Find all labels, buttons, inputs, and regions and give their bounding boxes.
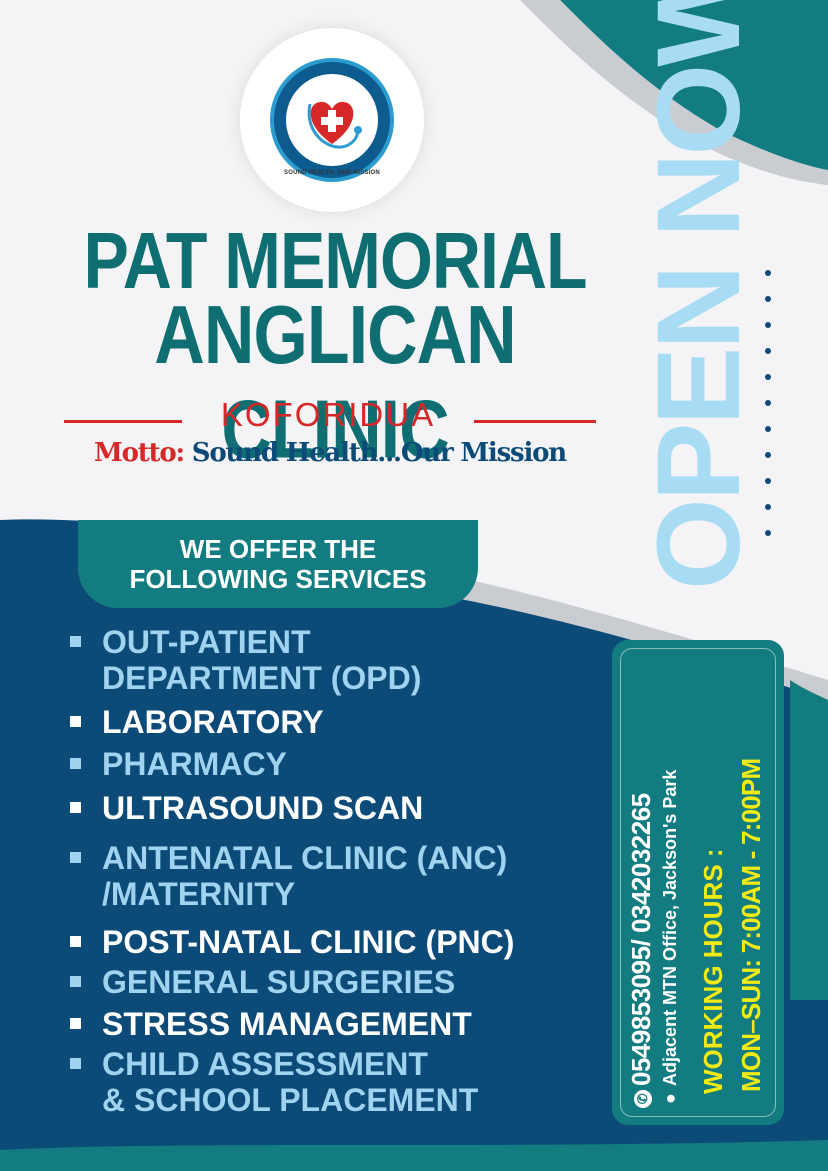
service-item-label: STRESS MANAGEMENT bbox=[102, 1006, 472, 1042]
bullet-square-icon bbox=[70, 852, 81, 863]
service-item-label: POST-NATAL CLINIC (PNC) bbox=[102, 924, 515, 960]
service-item-label: LABORATORY bbox=[102, 704, 324, 740]
dot bbox=[765, 452, 771, 458]
dot bbox=[765, 322, 771, 328]
motto-label: Motto: bbox=[94, 438, 185, 468]
location-pin-icon: ● bbox=[660, 1093, 680, 1104]
bullet-square-icon bbox=[70, 976, 81, 987]
service-item-label: DEPARTMENT (OPD) bbox=[102, 660, 422, 696]
city-divider-left bbox=[64, 420, 182, 423]
logo-inner bbox=[286, 74, 378, 166]
bullet-square-icon bbox=[70, 716, 81, 727]
service-item-label: ULTRASOUND SCAN bbox=[102, 790, 424, 826]
motto: Motto: Sound Health...Our Mission bbox=[70, 438, 590, 468]
dot bbox=[765, 400, 771, 406]
phone-numbers: 0549853095/ 0342032265 bbox=[626, 793, 656, 1086]
address-text: Adjacent MTN Office, Jackson's Park bbox=[660, 769, 680, 1086]
heart-cross-stethoscope-icon bbox=[307, 101, 362, 149]
service-item-label: & SCHOOL PLACEMENT bbox=[102, 1082, 479, 1118]
open-now-banner: OPEN NOW bbox=[633, 0, 765, 590]
dot bbox=[765, 296, 771, 302]
logo-ring bbox=[270, 58, 394, 182]
services-header: WE OFFER THE FOLLOWING SERVICES bbox=[78, 520, 478, 608]
clinic-poster: SOUND HEALTH, OUR MISSION PAT MEMORIAL A… bbox=[0, 0, 828, 1171]
dot bbox=[765, 270, 771, 276]
clinic-logo: SOUND HEALTH, OUR MISSION bbox=[240, 28, 424, 212]
service-item-label: GENERAL SURGERIES bbox=[102, 964, 456, 1000]
motto-text: Sound Health...Our Mission bbox=[191, 438, 567, 468]
service-item-ultrasound: ULTRASOUND SCAN bbox=[70, 790, 600, 826]
service-item-stress: STRESS MANAGEMENT bbox=[70, 1006, 600, 1042]
service-item-label: OUT-PATIENT bbox=[102, 624, 311, 660]
bullet-square-icon bbox=[70, 802, 81, 813]
service-item-label: PHARMACY bbox=[102, 746, 287, 782]
service-item-opd: OUT-PATIENT DEPARTMENT (OPD) bbox=[70, 624, 600, 696]
working-hours-label: WORKING HOURS : bbox=[698, 848, 728, 1094]
address-line: ● Adjacent MTN Office, Jackson's Park bbox=[660, 770, 681, 1104]
service-item-child-assessment: CHILD ASSESSMENT & SCHOOL PLACEMENT bbox=[70, 1046, 600, 1122]
phone-line: ✆ 0549853095/ 0342032265 bbox=[626, 793, 657, 1108]
service-item-laboratory: LABORATORY bbox=[70, 704, 600, 740]
dot bbox=[765, 530, 771, 536]
services-header-line1: WE OFFER THE bbox=[179, 534, 377, 564]
dot bbox=[765, 348, 771, 354]
dot bbox=[765, 504, 771, 510]
city-divider-right bbox=[474, 420, 596, 423]
city-name: KOFORIDUA bbox=[220, 396, 436, 433]
bullet-square-icon bbox=[70, 936, 81, 947]
service-item-label: ANTENATAL CLINIC (ANC) bbox=[102, 840, 508, 876]
phone-icon: ✆ bbox=[634, 1090, 653, 1108]
service-item-postnatal: POST-NATAL CLINIC (PNC) bbox=[70, 924, 600, 960]
service-item-label: CHILD ASSESSMENT bbox=[102, 1046, 428, 1082]
services-header-line2: FOLLOWING SERVICES bbox=[129, 564, 427, 594]
service-item-surgeries: GENERAL SURGERIES bbox=[70, 964, 600, 1000]
bullet-square-icon bbox=[70, 1018, 81, 1029]
service-item-label: /MATERNITY bbox=[102, 876, 296, 912]
bullet-square-icon bbox=[70, 758, 81, 769]
dot bbox=[765, 374, 771, 380]
logo-caption: SOUND HEALTH, OUR MISSION bbox=[284, 170, 380, 176]
service-item-antenatal: ANTENATAL CLINIC (ANC) /MATERNITY bbox=[70, 840, 600, 916]
working-hours: MON–SUN: 7:00AM - 7:00PM bbox=[736, 758, 766, 1092]
dotted-line bbox=[765, 270, 771, 555]
bullet-square-icon bbox=[70, 636, 81, 647]
dot bbox=[765, 426, 771, 432]
dot bbox=[765, 478, 771, 484]
service-item-pharmacy: PHARMACY bbox=[70, 746, 600, 782]
services-header-text: WE OFFER THE FOLLOWING SERVICES bbox=[78, 534, 478, 594]
bullet-square-icon bbox=[70, 1058, 81, 1069]
